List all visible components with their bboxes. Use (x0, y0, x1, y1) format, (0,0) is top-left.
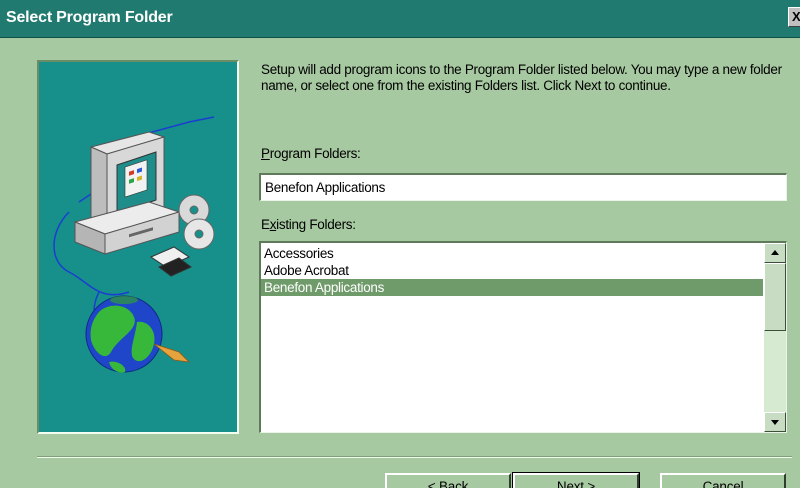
window-title: Select Program Folder (6, 9, 173, 26)
next-button[interactable]: Next > (512, 472, 640, 488)
setup-illustration (37, 60, 239, 434)
intro-text: Setup will add program icons to the Prog… (261, 62, 782, 93)
close-button[interactable]: X (788, 7, 800, 27)
program-folders-label-text: rogram Folders: (269, 146, 361, 161)
scroll-down-button[interactable] (764, 412, 786, 432)
arrow-up-icon (771, 250, 779, 255)
back-button[interactable]: < Back (385, 473, 511, 488)
existing-folders-label-text: isting Folders: (276, 217, 356, 232)
program-folder-input[interactable]: Benefon Applications (259, 173, 787, 201)
setup-dialog: Select Program Folder X Setup will add p… (0, 0, 800, 488)
list-items: Accessories Adobe Acrobat Benefon Applic… (261, 245, 763, 296)
list-item-benefon-applications[interactable]: Benefon Applications (261, 279, 763, 296)
arrow-down-icon (771, 420, 779, 425)
close-icon: X (792, 9, 800, 24)
list-item-adobe-acrobat[interactable]: Adobe Acrobat (261, 262, 763, 279)
existing-folders-label-first: E (261, 217, 270, 232)
cancel-button[interactable]: Cancel (660, 473, 786, 488)
existing-folders-list[interactable]: Accessories Adobe Acrobat Benefon Applic… (259, 241, 787, 433)
computer-globe-illustration (53, 116, 215, 373)
title-bar: Select Program Folder X (0, 0, 800, 38)
list-item-accessories[interactable]: Accessories (261, 245, 763, 262)
scroll-thumb[interactable] (764, 263, 786, 331)
program-folders-label: Program Folders: (261, 146, 361, 161)
existing-folders-label: Existing Folders: (261, 217, 356, 232)
program-folders-mnemonic: P (261, 146, 270, 161)
footer-divider (37, 456, 792, 458)
scroll-up-button[interactable] (764, 243, 786, 263)
list-scrollbar[interactable] (764, 243, 786, 432)
